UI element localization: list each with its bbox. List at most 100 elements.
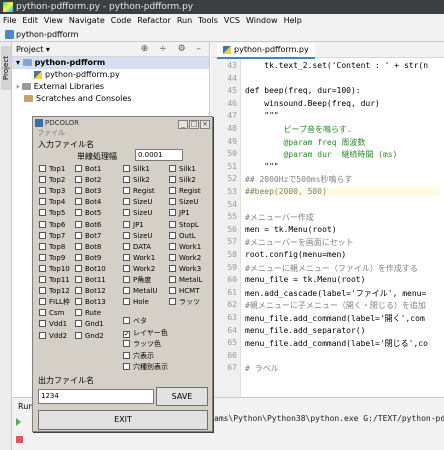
layer-checkbox[interactable]: Csm — [39, 309, 64, 318]
option-checkbox[interactable]: ラッツ色 — [123, 340, 161, 349]
layer-checkbox[interactable]: FILL枠 — [39, 298, 70, 307]
editor-tab-active[interactable]: python-pdfform.py — [217, 43, 315, 59]
layer-checkbox[interactable]: Gnd1 — [75, 320, 104, 329]
menu-refactor[interactable]: Refactor — [134, 14, 174, 27]
menu-edit[interactable]: Edit — [19, 14, 41, 27]
checkbox-box[interactable] — [39, 176, 46, 184]
code-line[interactable]: # ラベル — [245, 363, 279, 374]
layer-checkbox[interactable]: Vdd1 — [39, 320, 67, 329]
option-checkbox[interactable]: ✓ レイヤー色 — [123, 329, 168, 338]
menu-code[interactable]: Code — [108, 14, 134, 27]
layer-checkbox[interactable]: Bot9 — [75, 253, 101, 263]
checkbox-box[interactable] — [123, 165, 130, 172]
layer-checkbox[interactable]: Top3 — [39, 187, 65, 196]
menu-window[interactable]: Window — [243, 14, 281, 27]
checkbox-box[interactable] — [75, 242, 82, 250]
checkbox-box[interactable] — [123, 209, 130, 217]
code-line[interactable]: men = tk.Menu(root) — [245, 225, 337, 234]
menu-vcs[interactable]: VCS — [221, 14, 243, 27]
layer-checkbox[interactable]: Bot3 — [75, 187, 101, 196]
layer-checkbox[interactable]: Rute — [75, 309, 101, 318]
layer-checkbox[interactable]: Silk2 — [169, 176, 196, 185]
layer-checkbox[interactable]: Top9 — [39, 253, 65, 263]
checkbox-box[interactable] — [169, 209, 176, 217]
layer-checkbox[interactable]: DATA — [123, 242, 151, 252]
layer-checkbox[interactable]: MetalU — [123, 287, 157, 296]
layer-checkbox[interactable]: Bot4 — [75, 198, 101, 207]
checkbox-box[interactable] — [123, 276, 130, 283]
code-line[interactable]: #親メニューに子メニュー（開く・閉じる）を追加 — [245, 300, 426, 311]
tree-item-scratches[interactable]: Scratches and Consoles — [12, 93, 209, 105]
checkbox-box[interactable] — [169, 220, 176, 228]
checkbox-box[interactable] — [169, 176, 176, 184]
stop-icon[interactable] — [16, 436, 23, 443]
close-button[interactable]: × — [200, 120, 210, 129]
layer-checkbox[interactable]: Top1 — [39, 165, 65, 174]
checkbox-box[interactable] — [75, 187, 82, 195]
breadcrumb[interactable]: python-pdfform — [16, 30, 78, 39]
checkbox-box[interactable] — [123, 198, 130, 206]
layer-checkbox[interactable]: Bot13 — [75, 298, 106, 307]
layer-checkbox[interactable]: Bot6 — [75, 220, 101, 230]
checkbox-box[interactable] — [75, 220, 82, 228]
menu-view[interactable]: View — [41, 14, 66, 27]
code-line[interactable]: @param dur 継続時間 (ms) — [245, 149, 398, 160]
exit-button[interactable]: EXIT — [38, 410, 208, 430]
checkbox-box[interactable] — [39, 165, 46, 172]
checkbox-box[interactable] — [75, 176, 82, 184]
layer-checkbox[interactable]: Top7 — [39, 231, 65, 241]
layer-checkbox[interactable]: Silk2 — [123, 176, 150, 185]
checkbox-box[interactable] — [75, 298, 82, 306]
layer-checkbox[interactable]: Regist — [169, 187, 201, 196]
layer-checkbox[interactable]: OutL — [169, 231, 196, 241]
checkbox-box[interactable] — [39, 264, 46, 272]
code-line[interactable]: ビープ音を鳴らす. — [245, 124, 352, 135]
layer-checkbox[interactable]: Top10 — [39, 264, 70, 274]
checkbox-box[interactable] — [75, 320, 82, 328]
layer-checkbox[interactable]: Bot2 — [75, 176, 101, 185]
tree-item-external-libraries[interactable]: › External Libraries — [12, 81, 209, 93]
checkbox-box[interactable] — [39, 298, 46, 306]
layer-checkbox[interactable]: HCMT — [169, 287, 199, 296]
layer-checkbox[interactable]: Work3 — [169, 264, 201, 274]
layer-checkbox[interactable]: Top4 — [39, 198, 65, 207]
layer-checkbox[interactable]: ラッツ — [169, 298, 200, 307]
layer-checkbox[interactable]: SizeU — [169, 198, 199, 207]
checkbox-box[interactable] — [169, 253, 176, 261]
save-button[interactable]: SAVE — [156, 387, 208, 406]
unit-width-input[interactable]: 0.0001 — [135, 149, 183, 161]
layer-checkbox[interactable]: Top5 — [39, 209, 65, 218]
code-line[interactable]: men.add_cascade(label='ファイル', menu= — [245, 288, 426, 299]
checkbox-box[interactable] — [123, 253, 130, 261]
layer-checkbox[interactable]: MetalL — [169, 276, 202, 285]
menu-run[interactable]: Run — [174, 14, 195, 27]
layer-checkbox[interactable]: Top12 — [39, 287, 70, 296]
code-line[interactable]: #メニューに親メニュー（ファイル）を作成する — [245, 263, 418, 274]
checkbox-box[interactable] — [123, 340, 130, 347]
layer-checkbox[interactable]: Vdd2 — [39, 331, 67, 341]
layer-checkbox[interactable]: Work2 — [123, 264, 155, 274]
checkbox-box[interactable] — [75, 198, 82, 206]
checkbox-box[interactable] — [39, 331, 46, 339]
checkbox-box[interactable] — [169, 298, 176, 306]
code-line[interactable]: menu_file.add_command(label='閉じる',co — [245, 338, 428, 349]
layer-checkbox[interactable]: P角度 — [123, 276, 151, 285]
layer-checkbox[interactable]: Top11 — [39, 276, 70, 285]
code-line[interactable]: winsound.Beep(freq, dur) — [245, 99, 380, 108]
tree-item-file[interactable]: python-pdfform.py — [12, 69, 209, 81]
checkbox-box[interactable] — [75, 331, 82, 339]
layer-checkbox[interactable]: Bot5 — [75, 209, 101, 218]
checkbox-box[interactable] — [39, 198, 46, 206]
layer-checkbox[interactable]: Gnd2 — [75, 331, 104, 341]
layer-checkbox[interactable]: Regist — [123, 187, 155, 196]
minimize-button[interactable]: _ — [178, 120, 188, 129]
layer-checkbox[interactable]: Bot7 — [75, 231, 101, 241]
checkbox-box[interactable] — [75, 253, 82, 261]
code-line[interactable]: ## 2000Hzで500ms秒鳴らす — [245, 174, 352, 185]
code-line[interactable]: """ — [245, 162, 278, 171]
layer-checkbox[interactable]: Work1 — [169, 242, 201, 252]
layer-checkbox[interactable]: Top8 — [39, 242, 65, 252]
project-view-selector[interactable]: Project ▾ — [16, 45, 50, 54]
layer-checkbox[interactable]: StopL — [169, 220, 199, 230]
project-tool-tab[interactable]: Project — [1, 46, 11, 90]
